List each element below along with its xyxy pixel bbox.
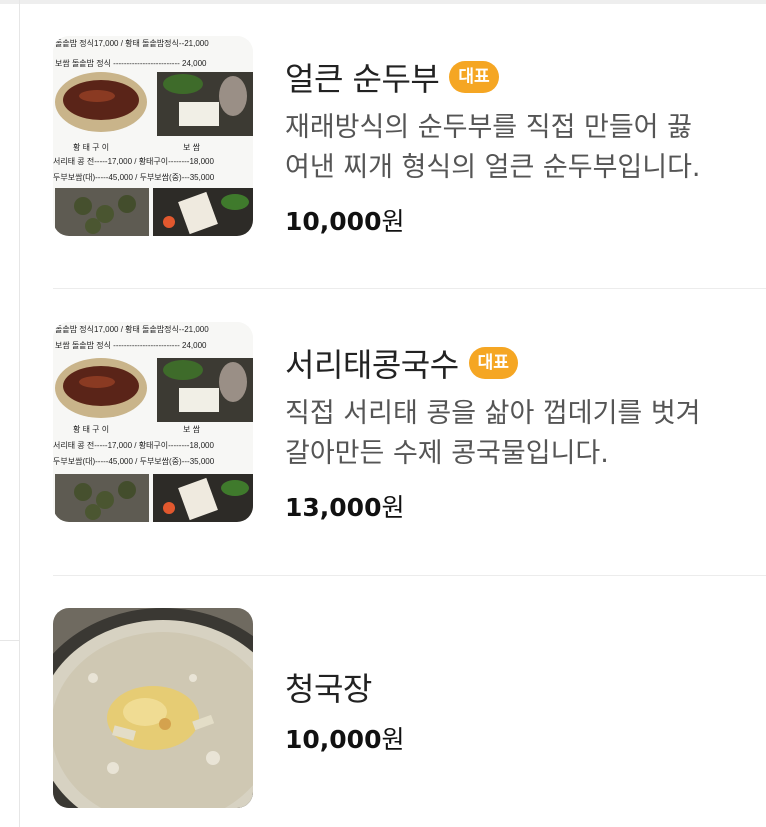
board-line-2: 보쌈 돌솥밥 정식 ------------------------- 24,0… bbox=[55, 58, 207, 68]
menu-board-photo: 돌솥밥 정식17,000 / 황태 돌솥밥정식--21,000 보쌈 돌솥밥 정… bbox=[53, 322, 253, 522]
menu-item-name: 서리태콩국수 bbox=[285, 346, 459, 384]
menu-item-description: 재래방식의 순두부를 직접 만들어 끓 여낸 찌개 형식의 얼큰 순두부입니다. bbox=[285, 108, 766, 188]
menu-item-price: 13,000원 bbox=[285, 488, 405, 524]
price-unit: 원 bbox=[381, 493, 405, 522]
description-line-1: 재래방식의 순두부를 직접 만들어 끓 bbox=[285, 112, 692, 143]
price-amount: 10,000 bbox=[285, 207, 382, 236]
description-line-1: 직접 서리태 콩을 삶아 껍데기를 벗겨 bbox=[285, 398, 701, 429]
menu-item-name: 청국장 bbox=[285, 670, 372, 708]
item-divider bbox=[53, 575, 766, 576]
menu-item-seoritae-kongguksu[interactable]: 돌솥밥 정식17,000 / 황태 돌솥밥정식--21,000 보쌈 돌솥밥 정… bbox=[53, 322, 766, 552]
board-line-1: 돌솥밥 정식17,000 / 황태 돌솥밥정식--21,000 bbox=[55, 324, 209, 334]
board-label-right: 보 쌈 bbox=[183, 424, 201, 434]
board-line-4: 두부보쌈(대)-----45,000 / 두부보쌈(중)---35,000 bbox=[53, 172, 215, 182]
menu-item-description: 직접 서리태 콩을 삶아 껍데기를 벗겨 갈아만든 수제 콩국물입니다. bbox=[285, 394, 766, 474]
board-line-4: 두부보쌈(대)-----45,000 / 두부보쌈(중)---35,000 bbox=[53, 456, 215, 466]
board-line-3: 서리태 콩 전-----17,000 / 황태구이--------18,000 bbox=[53, 440, 214, 450]
menu-item-price: 10,000원 bbox=[285, 202, 405, 238]
menu-item-image[interactable]: 돌솥밥 정식17,000 / 황태 돌솥밥정식--21,000 보쌈 돌솥밥 정… bbox=[53, 36, 253, 236]
board-label-left: 황 태 구 이 bbox=[73, 142, 109, 152]
signature-badge: 대표 bbox=[468, 347, 518, 379]
left-panel-border bbox=[19, 0, 20, 827]
top-border bbox=[0, 0, 766, 4]
description-line-2: 갈아만든 수제 콩국물입니다. bbox=[285, 438, 609, 469]
price-amount: 13,000 bbox=[285, 493, 382, 522]
menu-item-image[interactable] bbox=[53, 608, 253, 808]
price-unit: 원 bbox=[381, 207, 405, 236]
menu-item-eolkeun-sundubu[interactable]: 돌솥밥 정식17,000 / 황태 돌솥밥정식--21,000 보쌈 돌솥밥 정… bbox=[53, 36, 766, 266]
item-divider bbox=[53, 288, 766, 289]
board-line-1: 돌솥밥 정식17,000 / 황태 돌솥밥정식--21,000 bbox=[55, 38, 209, 48]
board-line-3: 서리태 콩 전-----17,000 / 황태구이--------18,000 bbox=[53, 156, 214, 166]
signature-badge: 대표 bbox=[449, 61, 499, 93]
board-line-2: 보쌈 돌솥밥 정식 ------------------------- 24,0… bbox=[55, 340, 207, 350]
board-label-right: 보 쌈 bbox=[183, 142, 201, 152]
price-amount: 10,000 bbox=[285, 725, 382, 754]
description-line-2: 여낸 찌개 형식의 얼큰 순두부입니다. bbox=[285, 152, 701, 183]
menu-item-image[interactable]: 돌솥밥 정식17,000 / 황태 돌솥밥정식--21,000 보쌈 돌솥밥 정… bbox=[53, 322, 253, 522]
board-label-left: 황 태 구 이 bbox=[73, 424, 109, 434]
menu-item-name: 얼큰 순두부 bbox=[285, 60, 440, 98]
menu-board-photo: 돌솥밥 정식17,000 / 황태 돌솥밥정식--21,000 보쌈 돌솥밥 정… bbox=[53, 36, 253, 236]
cheonggukjang-photo bbox=[53, 608, 253, 808]
menu-item-price: 10,000원 bbox=[285, 720, 405, 756]
price-unit: 원 bbox=[381, 725, 405, 754]
menu-item-cheonggukjang[interactable]: 청국장 10,000원 bbox=[53, 608, 766, 827]
left-panel-divider bbox=[0, 640, 19, 641]
